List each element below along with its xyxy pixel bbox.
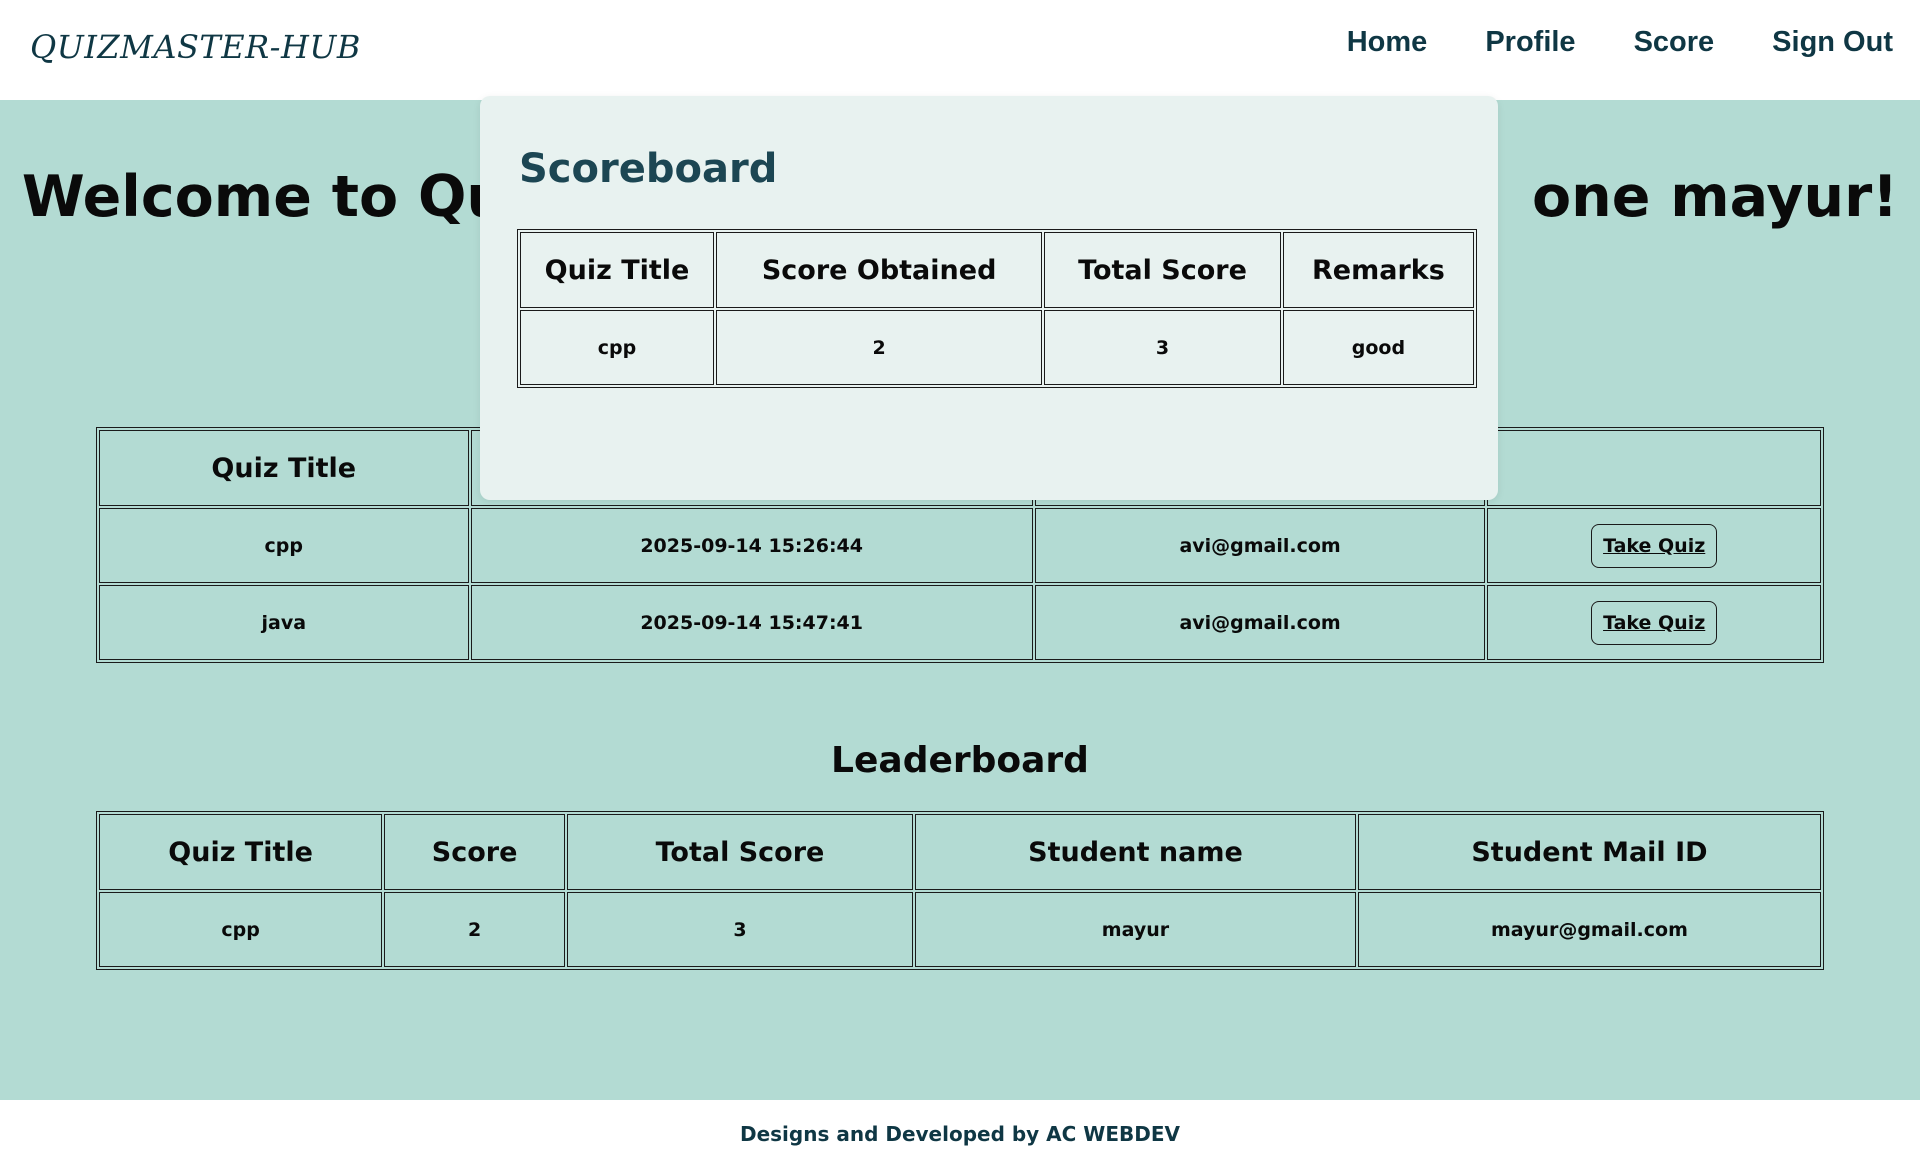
quiz-action-cell: Take Quiz: [1487, 508, 1821, 583]
leaderboard-quiz-cell: cpp: [99, 892, 383, 967]
leaderboard-header-quiz: Quiz Title: [99, 814, 383, 890]
quiz-action-cell: Take Quiz: [1487, 585, 1821, 660]
table-row: java 2025-09-14 15:47:41 avi@gmail.com T…: [99, 585, 1821, 660]
leaderboard-title: Leaderboard: [831, 740, 1089, 781]
leaderboard-score-cell: 2: [384, 892, 565, 967]
quiz-table-header-title: Quiz Title: [99, 430, 469, 506]
nav-score-link[interactable]: Score: [1634, 26, 1715, 59]
quiz-title-cell: cpp: [99, 508, 469, 583]
scoreboard-table: Quiz Title Score Obtained Total Score Re…: [517, 229, 1477, 388]
table-row: cpp 2 3 good: [520, 310, 1474, 385]
leaderboard-header-total: Total Score: [566, 814, 914, 890]
navbar: QUIZMASTER-HUB Home Profile Score Sign O…: [0, 0, 1920, 100]
scoreboard-quiz-cell: cpp: [520, 310, 715, 385]
leaderboard-table: Quiz Title Score Total Score Student nam…: [96, 811, 1824, 970]
leaderboard-total-cell: 3: [566, 892, 914, 967]
scoreboard-header-total: Total Score: [1044, 232, 1281, 308]
quiz-date-cell: 2025-09-14 15:26:44: [470, 508, 1033, 583]
scoreboard-header-obtained: Score Obtained: [716, 232, 1043, 308]
quiz-email-cell: avi@gmail.com: [1034, 585, 1486, 660]
leaderboard-header-row: Quiz Title Score Total Score Student nam…: [99, 814, 1821, 890]
take-quiz-button[interactable]: Take Quiz: [1591, 600, 1718, 645]
quiz-email-cell: avi@gmail.com: [1034, 508, 1486, 583]
footer: Designs and Developed by AC WEBDEV: [0, 1100, 1920, 1150]
scoreboard-remarks-cell: good: [1282, 310, 1474, 385]
scoreboard-header-remarks: Remarks: [1282, 232, 1474, 308]
nav-signout-link[interactable]: Sign Out: [1772, 26, 1893, 59]
scoreboard-total-cell: 3: [1044, 310, 1281, 385]
leaderboard-name-cell: mayur: [915, 892, 1356, 967]
take-quiz-button[interactable]: Take Quiz: [1591, 523, 1718, 568]
scoreboard-header-quiz: Quiz Title: [520, 232, 715, 308]
nav-links: Home Profile Score Sign Out: [1347, 26, 1893, 59]
scoreboard-popup: Scoreboard Quiz Title Score Obtained Tot…: [480, 96, 1498, 500]
quiz-title-cell: java: [99, 585, 469, 660]
footer-credit: Designs and Developed by AC WEBDEV: [739, 1122, 1181, 1146]
site-logo[interactable]: QUIZMASTER-HUB: [30, 28, 361, 66]
welcome-heading-start: Welcome to Qu: [21, 164, 507, 230]
nav-home-link[interactable]: Home: [1347, 26, 1428, 59]
leaderboard-header-name: Student name: [915, 814, 1356, 890]
welcome-heading-end: one mayur!: [1531, 164, 1899, 230]
scoreboard-header-row: Quiz Title Score Obtained Total Score Re…: [520, 232, 1474, 308]
leaderboard-header-score: Score: [384, 814, 565, 890]
quiz-table-header-col4: [1487, 430, 1821, 506]
scoreboard-obtained-cell: 2: [716, 310, 1043, 385]
leaderboard-email-cell: mayur@gmail.com: [1357, 892, 1821, 967]
table-row: cpp 2 3 mayur mayur@gmail.com: [99, 892, 1821, 967]
scoreboard-title: Scoreboard: [519, 146, 778, 192]
leaderboard-header-email: Student Mail ID: [1357, 814, 1821, 890]
quiz-date-cell: 2025-09-14 15:47:41: [470, 585, 1033, 660]
table-row: cpp 2025-09-14 15:26:44 avi@gmail.com Ta…: [99, 508, 1821, 583]
nav-profile-link[interactable]: Profile: [1485, 26, 1575, 59]
